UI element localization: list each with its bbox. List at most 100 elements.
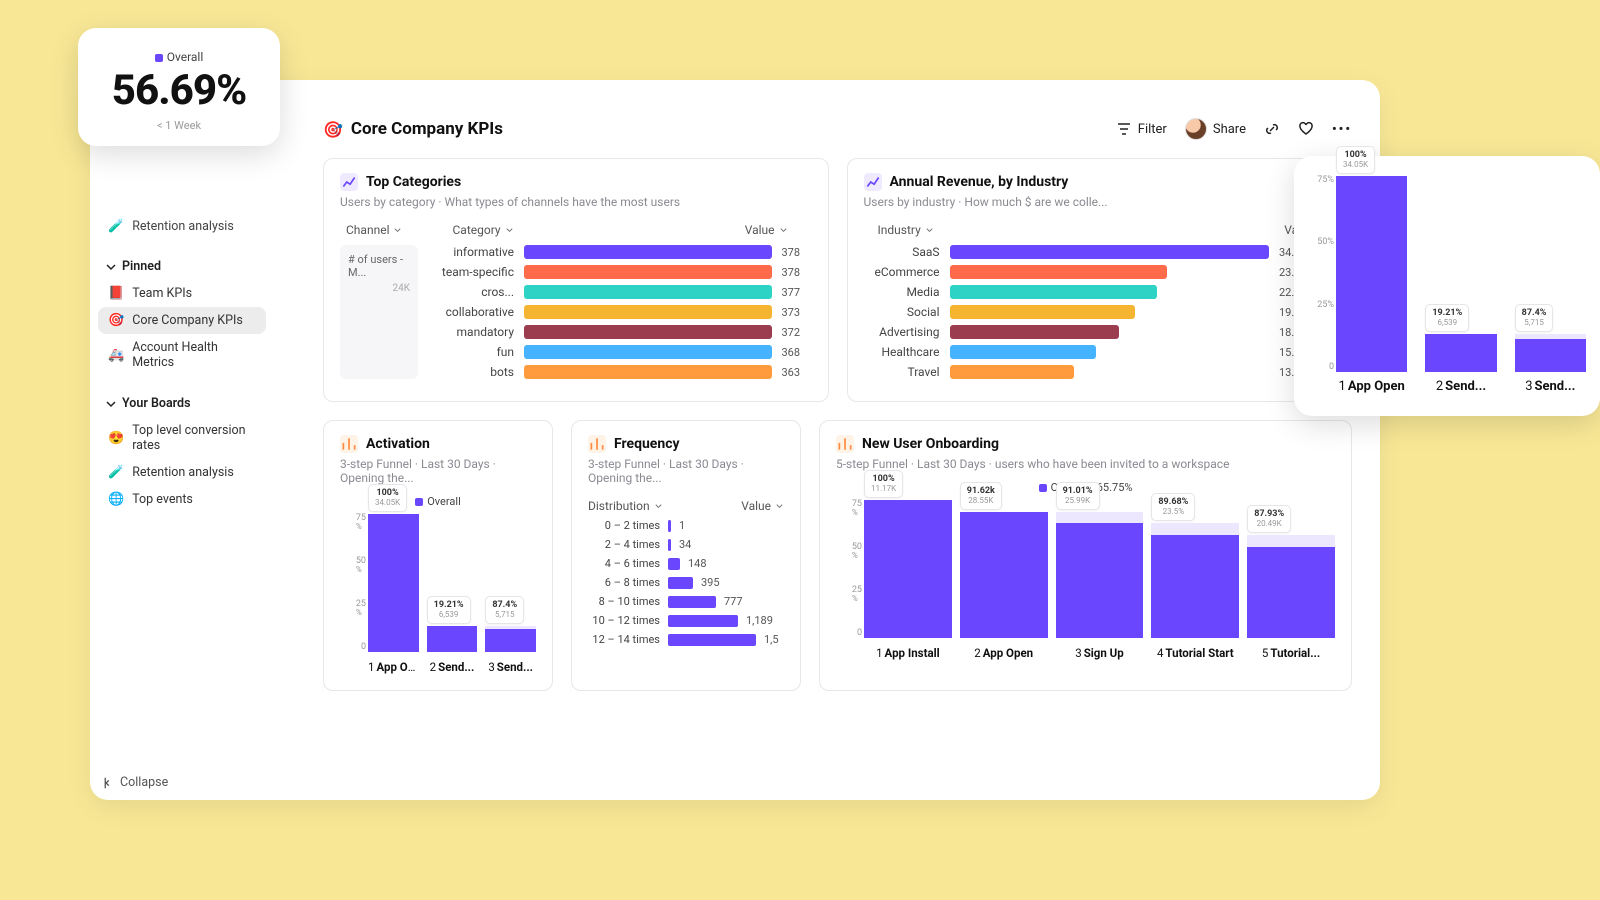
row-bar [668,634,756,646]
freq-row[interactable]: 4 – 6 times 148 [588,557,784,570]
row-label: Travel [864,365,940,379]
funnel-bar[interactable]: 100%11.17K [864,500,952,638]
bars: 100%34.05K 19.21%6,539 87.4%5,715 [1336,176,1586,372]
industry-row[interactable]: Travel13.26M [864,365,1336,379]
x-label: 2Send... [427,660,478,674]
channel-label: # of users - M... [348,253,410,279]
funnel-bar[interactable]: 89.68%23.5% [1151,500,1239,638]
row-value: 1,189 [746,614,773,627]
row-label: cros... [428,285,514,299]
sidebar-item-label: Core Company KPIs [132,313,243,328]
category-row[interactable]: cros...377 [428,285,812,299]
x-label: 4Tutorial Start [1151,646,1239,660]
row-bar [668,577,693,589]
sidebar-item-emoji: 🎯 [108,313,124,328]
funnel-bar[interactable]: 19.21%6,539 [427,514,478,652]
category-row[interactable]: mandatory372 [428,325,812,339]
col-distribution[interactable]: Distribution [588,499,663,513]
sidebar-item[interactable]: 😍Top level conversion rates [98,417,266,459]
bar-tooltip: 100%11.17K [864,470,903,498]
sidebar-item[interactable]: 🌐Top events [98,486,266,513]
sidebar-item-retention-top[interactable]: 🧪 Retention analysis [98,214,266,239]
filter-button[interactable]: Filter [1116,121,1167,137]
collapse-button[interactable]: Collapse [100,775,168,790]
sidebar-section-yourboards[interactable]: Your Boards [98,390,266,417]
sidebar-item-label: Top level conversion rates [132,423,256,453]
row-label: bots [428,365,514,379]
category-row[interactable]: informative378 [428,245,812,259]
y-axis: 75%50%25%0 [1308,176,1334,372]
funnel-bar[interactable]: 87.93%20.49K [1247,500,1335,638]
channel-cell[interactable]: # of users - M... 24K [340,245,418,379]
sidebar-item-label: Retention analysis [132,219,234,234]
freq-row[interactable]: 6 – 8 times395 [588,576,784,589]
row-label: collaborative [428,305,514,319]
col-value[interactable]: Value [741,499,784,513]
collapse-icon [100,776,114,790]
sidebar-item[interactable]: 🚑Account Health Metrics [98,334,266,376]
row-bar [950,325,1119,339]
category-row[interactable]: fun368 [428,345,812,359]
link-button[interactable] [1264,121,1280,137]
sidebar-item[interactable]: 📕Team KPIs [98,280,266,307]
col-industry[interactable]: Industry [878,223,934,237]
bar-fg [1336,176,1407,372]
col-value[interactable]: Value [745,223,788,237]
dots-icon: ••• [1332,122,1352,137]
more-button[interactable]: ••• [1332,122,1352,137]
funnel-icon [836,435,854,453]
industry-row[interactable]: Healthcare15.84M [864,345,1336,359]
sidebar-item[interactable]: 🎯 Core Company KPIs [98,307,266,334]
sidebar-section-label: Your Boards [122,396,191,411]
category-row[interactable]: collaborative 373 [428,305,812,319]
row-label: 2 – 4 times [588,538,660,551]
funnel-bar[interactable]: 91.62k28.55K [960,500,1048,638]
card-subtitle: Users by industry · How much $ are we co… [864,195,1336,209]
row-label: team-specific [428,265,514,279]
category-row[interactable]: bots363 [428,365,812,379]
freq-row[interactable]: 10 – 12 times1,189 [588,614,784,627]
freq-row[interactable]: 2 – 4 times34 [588,538,784,551]
funnel-bar[interactable]: 100%34.05K [1336,176,1407,372]
sidebar-item[interactable]: 🧪Retention analysis [98,459,266,486]
freq-row[interactable]: 0 – 2 times1 [588,519,784,532]
card-top-categories: Top Categories Users by category · What … [323,158,829,402]
row-bar [950,305,1135,319]
funnel-bar[interactable]: 19.21%6,539 [1425,176,1496,372]
row-value: 373 [782,306,812,319]
row-value: 148 [688,557,707,570]
funnel-bar[interactable]: 100%34.05K [368,514,419,652]
filter-icon [1116,121,1132,137]
row-label: Social [864,305,940,319]
card-title: New User Onboarding [862,436,999,452]
channel-value: 24K [348,283,410,294]
funnel-bar[interactable]: 87.4%5,715 [485,514,536,652]
industry-row[interactable]: Social19.92M [864,305,1336,319]
favorite-button[interactable] [1298,121,1314,137]
funnel-bar[interactable]: 87.4%5,715 [1515,176,1586,372]
freq-row[interactable]: 8 – 10 times777 [588,595,784,608]
card-title: Frequency [614,436,680,452]
bar-fg [1425,334,1496,372]
bar-tooltip: 100%34.05K [368,484,407,512]
card-subtitle: 3-step Funnel · Last 30 Days · Opening t… [588,457,784,485]
row-value: 372 [782,326,812,339]
industry-row[interactable]: eCommerce23.37M [864,265,1336,279]
row-value: 378 [782,266,812,279]
industry-row[interactable]: SaaS34.35M [864,245,1336,259]
category-row[interactable]: team-specific 378 [428,265,812,279]
row-label: 4 – 6 times [588,557,660,570]
col-channel[interactable]: Channel [346,223,402,237]
col-category[interactable]: Category [452,223,513,237]
funnel-bar[interactable]: 91.01%25.99K [1056,500,1144,638]
bar-fg [485,629,536,652]
freq-row[interactable]: 12 – 14 times1,5 [588,633,784,646]
industry-row[interactable]: Advertising18.17M [864,325,1336,339]
card-subtitle: 5-step Funnel · Last 30 Days · users who… [836,457,1335,471]
industry-row[interactable]: Media22.41M [864,285,1336,299]
sidebar-section-pinned[interactable]: Pinned [98,253,266,280]
row-label: Media [864,285,940,299]
bar-bg: 100%34.05K [1336,176,1407,372]
share-button[interactable]: Share [1185,118,1246,140]
y-axis: 75%50%25%0 [836,500,862,638]
